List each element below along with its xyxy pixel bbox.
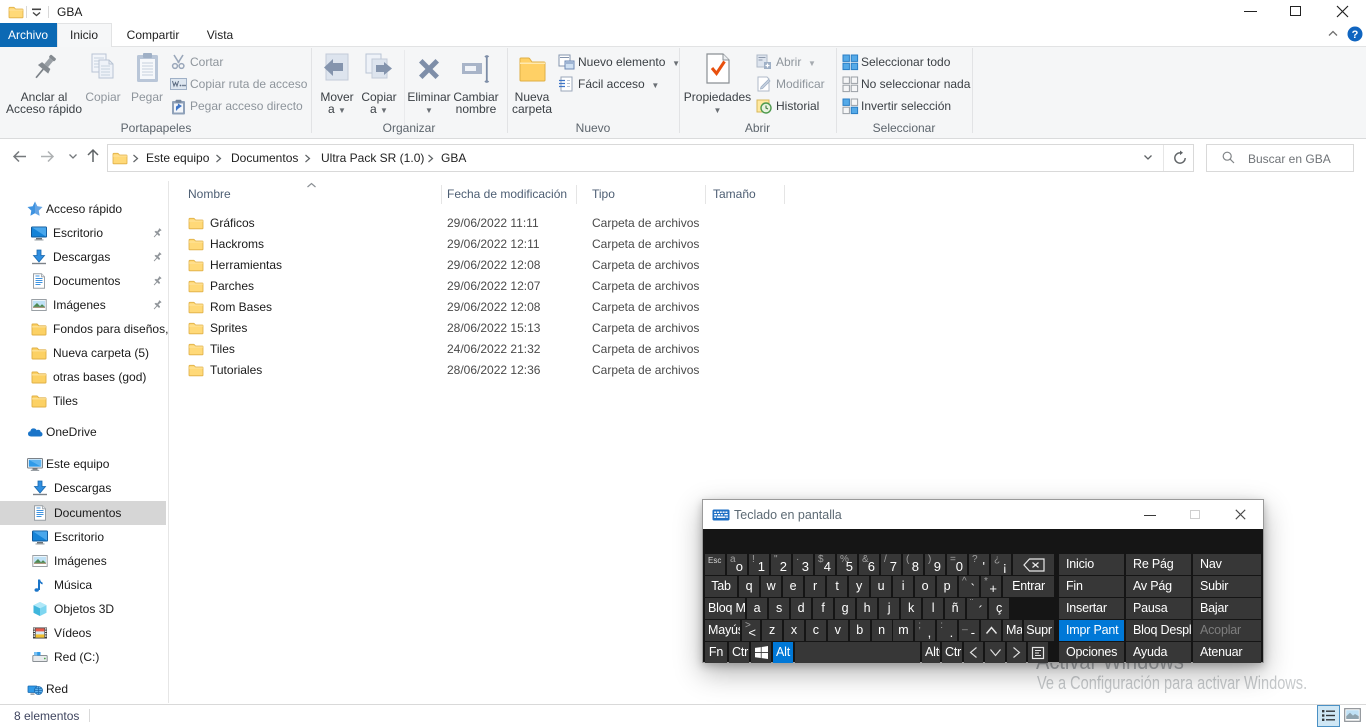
svg-text:?: ? [1352,29,1359,41]
